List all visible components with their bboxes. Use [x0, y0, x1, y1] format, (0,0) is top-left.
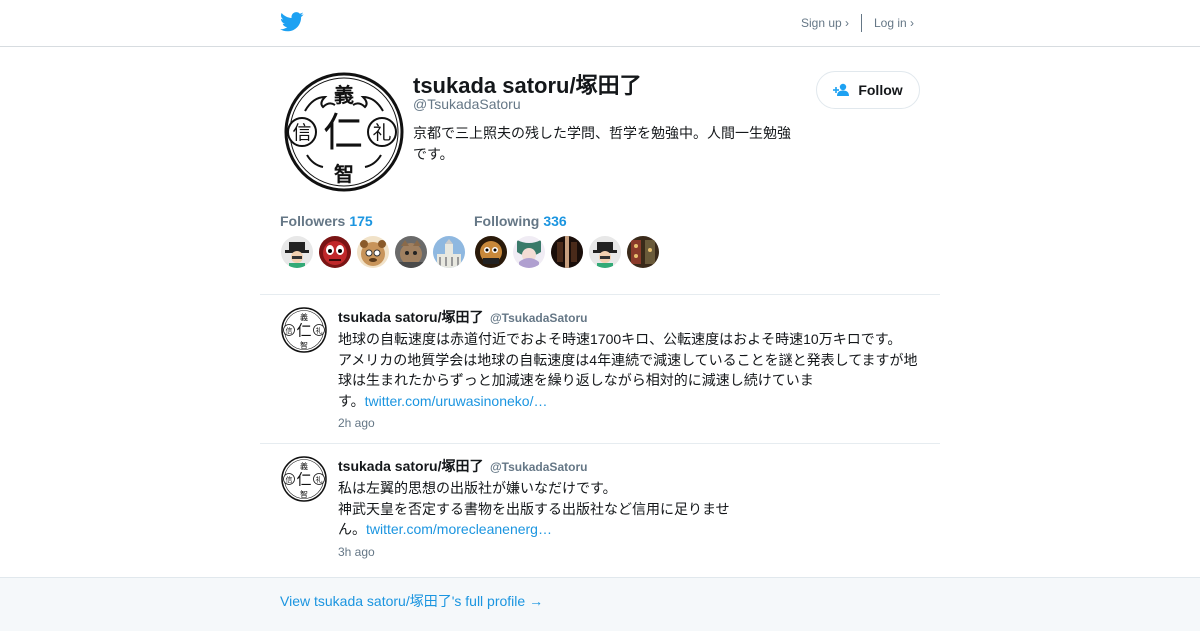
tweet-line: 神武天皇を否定する書物を出版する出版社など信用に足りませ: [338, 500, 730, 517]
avatar-glyph: 礼: [372, 122, 391, 144]
full-profile-link[interactable]: View tsukada satoru/塚田了's full profile →: [280, 591, 543, 611]
tweet-avatar[interactable]: 義 信 仁 礼 智: [281, 307, 327, 353]
avatar-glyph: 信: [286, 475, 293, 484]
tweet-divider: [260, 443, 940, 444]
follower-avatar[interactable]: [395, 236, 427, 268]
tweet-line: す。: [338, 392, 365, 409]
tweet-author-handle[interactable]: @TsukadaSatoru: [490, 311, 588, 325]
tweet-timestamp[interactable]: 2h ago: [338, 416, 375, 430]
twitter-bird-icon[interactable]: [280, 11, 304, 33]
following-count: 336: [543, 213, 567, 229]
tweet-line: アメリカの地質学会は地球の自転速度は4年連続で減速していることを謎と発表してます…: [338, 351, 918, 368]
bio-line: です。: [413, 146, 454, 162]
tweet-link[interactable]: twitter.com/uruwasinoneko/…: [365, 393, 548, 409]
tweet-text: 私は左翼的思想の出版社が嫌いなだけです。 神武天皇を否定する書物を出版する出版社…: [338, 478, 928, 540]
follow-button[interactable]: Follow: [816, 71, 920, 109]
add-person-icon: [833, 83, 850, 96]
followers-stat[interactable]: Followers 175: [280, 213, 373, 229]
followers-avatars: [281, 236, 471, 268]
profile-avatar[interactable]: 義 信 仁 礼 智: [283, 71, 405, 193]
following-stat[interactable]: Following 336: [474, 213, 567, 229]
followers-label: Followers: [280, 213, 346, 229]
following-avatars: [475, 236, 665, 268]
profile-handle[interactable]: @TsukadaSatoru: [413, 96, 521, 112]
avatar-glyph: 智: [334, 162, 354, 186]
follower-avatar[interactable]: [281, 236, 313, 268]
avatar-glyph: 礼: [316, 475, 323, 484]
tweet-line: 私は左翼的思想の出版社が嫌いなだけです。: [338, 480, 617, 496]
avatar-glyph: 礼: [316, 326, 323, 335]
follow-label: Follow: [858, 82, 903, 98]
avatar-glyph: 信: [286, 326, 293, 335]
following-avatar[interactable]: [475, 236, 507, 268]
nav-divider: [861, 14, 862, 32]
footer-bar: View tsukada satoru/塚田了's full profile →: [0, 577, 1200, 631]
profile-bio: 京都で三上照夫の残した学問、哲学を勉強中。人間一生勉強 です。: [413, 123, 803, 165]
following-avatar[interactable]: [551, 236, 583, 268]
section-divider: [260, 294, 940, 295]
follower-avatar[interactable]: [433, 236, 465, 268]
followers-count: 175: [349, 213, 373, 229]
avatar-glyph: 義: [334, 83, 354, 107]
follower-avatar[interactable]: [357, 236, 389, 268]
avatar-glyph: 義: [300, 461, 308, 471]
following-label: Following: [474, 213, 540, 229]
login-link[interactable]: Log in ›: [874, 16, 914, 30]
tweet-author-handle[interactable]: @TsukadaSatoru: [490, 460, 588, 474]
avatar-glyph: 智: [300, 340, 308, 350]
bio-line: 京都で三上照夫の残した学問、哲学を勉強中。人間一生勉強: [413, 125, 791, 141]
top-bar: Sign up › Log in ›: [0, 0, 1200, 47]
following-avatar[interactable]: [513, 236, 545, 268]
following-avatar[interactable]: [589, 236, 621, 268]
tweet-line: ん。: [338, 521, 366, 537]
avatar-glyph: 義: [300, 312, 308, 322]
tweet-link[interactable]: twitter.com/morecleanenerg…: [366, 521, 552, 537]
follower-avatar[interactable]: [319, 236, 351, 268]
tweet-header: tsukada satoru/塚田了 @TsukadaSatoru: [338, 307, 587, 327]
tweet-author-name[interactable]: tsukada satoru/塚田了: [338, 458, 483, 474]
tweet-line: 球は生まれたからずっと加減速を繰り返しながら相対的に減速し続けていま: [338, 372, 814, 388]
avatar-glyph: 智: [300, 489, 308, 499]
tweet-avatar[interactable]: 義 信 仁 礼 智: [281, 456, 327, 502]
tweet-author-name[interactable]: tsukada satoru/塚田了: [338, 309, 483, 325]
tweet-line: 地球の自転速度は赤道付近でおよそ時速1700キロ、公転速度はおよそ時速10万キロ…: [338, 331, 902, 347]
avatar-glyph: 仁: [296, 322, 311, 340]
tweet-text: 地球の自転速度は赤道付近でおよそ時速1700キロ、公転速度はおよそ時速10万キロ…: [338, 329, 928, 411]
avatar-glyph: 信: [292, 122, 311, 144]
following-avatar[interactable]: [627, 236, 659, 268]
tweet-header: tsukada satoru/塚田了 @TsukadaSatoru: [338, 456, 587, 476]
signup-link[interactable]: Sign up ›: [801, 16, 849, 30]
avatar-glyph: 仁: [296, 471, 311, 489]
avatar-glyph: 仁: [323, 110, 363, 156]
tweet-timestamp[interactable]: 3h ago: [338, 545, 375, 559]
